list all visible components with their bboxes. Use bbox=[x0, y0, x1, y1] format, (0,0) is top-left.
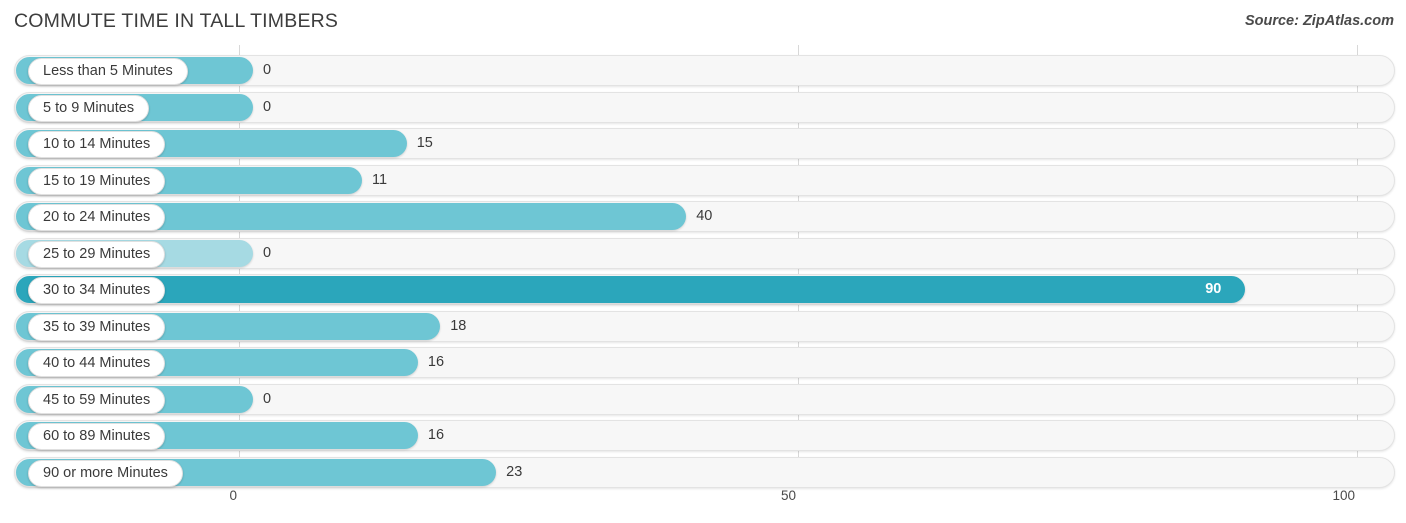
value-label: 0 bbox=[263, 62, 272, 78]
value-label: 16 bbox=[427, 427, 445, 443]
category-label: 40 to 44 Minutes bbox=[28, 350, 166, 377]
value-label: 11 bbox=[371, 171, 388, 188]
category-label: 15 to 19 Minutes bbox=[28, 167, 166, 195]
x-axis: 0 50 100 bbox=[0, 488, 1406, 516]
bar-row[interactable]: 5 to 9 Minutes 0 bbox=[14, 91, 1395, 123]
bar-row[interactable]: 40 to 44 Minutes 16 bbox=[14, 347, 1395, 378]
bar-row[interactable]: 60 to 89 Minutes 16 bbox=[14, 420, 1395, 451]
category-label: 20 to 24 Minutes bbox=[28, 204, 166, 231]
category-label: 35 to 39 Minutes bbox=[28, 313, 166, 341]
value-label: 40 bbox=[696, 208, 713, 224]
value-label: 0 bbox=[263, 98, 272, 115]
source-attribution: Source: ZipAtlas.com bbox=[1244, 13, 1394, 29]
value-label: 0 bbox=[263, 244, 272, 261]
bar-row[interactable]: Less than 5 Minutes 0 bbox=[14, 55, 1395, 86]
category-label: 5 to 9 Minutes bbox=[28, 94, 150, 122]
value-label: 16 bbox=[427, 354, 445, 370]
chart-plot-area: Less than 5 Minutes 0 5 to 9 Minutes 0 10 to… bbox=[0, 45, 1406, 488]
category-label: Less than 5 Minutes bbox=[28, 58, 188, 85]
value-bar[interactable] bbox=[16, 276, 1246, 303]
chart-header: COMMUTE TIME IN TALL TIMBERS Source: Zip… bbox=[0, 0, 1406, 45]
category-label: 45 to 59 Minutes bbox=[28, 386, 166, 414]
x-tick-label: 100 bbox=[1332, 488, 1355, 503]
value-label: 23 bbox=[506, 463, 523, 480]
value-label: 18 bbox=[450, 317, 467, 334]
value-label: 0 bbox=[263, 390, 272, 407]
bar-row[interactable]: 15 to 19 Minutes 11 bbox=[14, 164, 1395, 196]
bar-row[interactable]: 25 to 29 Minutes 0 bbox=[14, 237, 1395, 269]
category-label: 25 to 29 Minutes bbox=[28, 240, 166, 268]
category-label: 30 to 34 Minutes bbox=[28, 277, 166, 304]
category-label: 90 or more Minutes bbox=[28, 459, 183, 487]
category-label: 60 to 89 Minutes bbox=[28, 423, 166, 450]
value-label: 15 bbox=[416, 135, 433, 151]
bar-row[interactable]: 20 to 24 Minutes 40 bbox=[14, 201, 1395, 232]
x-tick-label: 50 bbox=[780, 488, 796, 503]
bar-row[interactable]: 35 to 39 Minutes 18 bbox=[14, 310, 1395, 342]
category-label: 10 to 14 Minutes bbox=[28, 131, 166, 158]
bar-row[interactable]: 45 to 59 Minutes 0 bbox=[14, 383, 1395, 415]
value-label-inside: 90 bbox=[1205, 281, 1222, 297]
bar-row[interactable]: 10 to 14 Minutes 15 bbox=[14, 128, 1395, 159]
bar-row[interactable]: 90 or more Minutes 23 bbox=[14, 456, 1395, 488]
x-tick-label: 0 bbox=[229, 488, 237, 503]
bar-row[interactable]: 30 to 34 Minutes 90 bbox=[14, 274, 1395, 305]
page-title: COMMUTE TIME IN TALL TIMBERS bbox=[14, 10, 339, 32]
